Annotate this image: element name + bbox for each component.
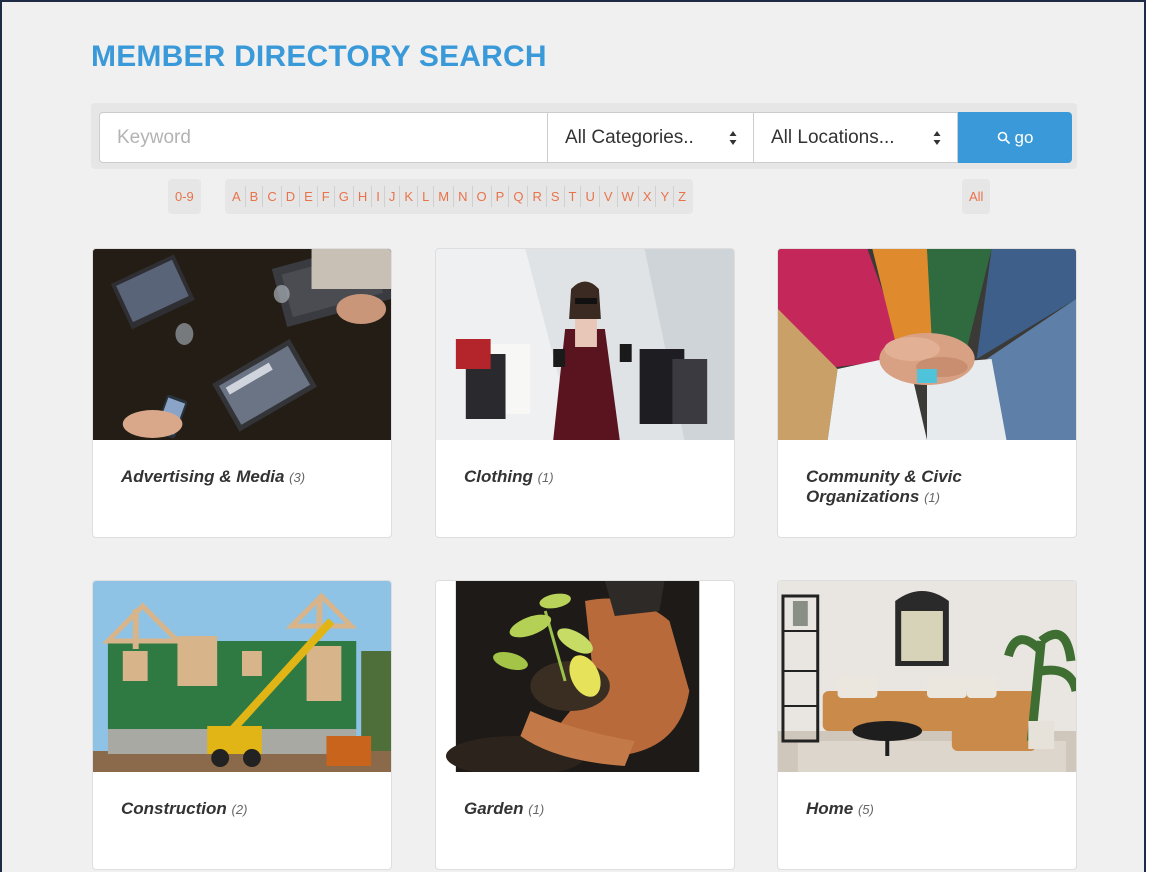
alpha-filter-all: All <box>962 179 991 214</box>
alpha-link-m[interactable]: M <box>434 186 455 207</box>
alpha-link-l[interactable]: L <box>418 186 435 207</box>
sort-arrows-icon <box>729 131 737 145</box>
category-count: (1) <box>528 802 545 817</box>
alpha-link-a[interactable]: A <box>228 186 246 207</box>
alpha-link-all[interactable]: All <box>965 186 987 207</box>
seedling-hands-photo <box>436 581 734 772</box>
alpha-link-n[interactable]: N <box>454 186 473 207</box>
category-card-home[interactable]: Home (5) <box>777 580 1077 870</box>
alpha-link-j[interactable]: J <box>385 186 401 207</box>
alpha-link-0-9[interactable]: 0-9 <box>171 186 198 207</box>
house-framing-photo <box>93 581 391 772</box>
alpha-filter-letters: ABCDEFGHIJKLMNOPQRSTUVWXYZ <box>225 179 694 214</box>
location-select[interactable]: All Locations... <box>754 112 958 163</box>
search-icon <box>997 131 1010 144</box>
alpha-link-g[interactable]: G <box>335 186 354 207</box>
alpha-link-y[interactable]: Y <box>656 186 675 207</box>
category-select-value: All Categories.. <box>565 126 694 148</box>
category-count: (1) <box>537 470 554 485</box>
go-button-label: go <box>1014 127 1034 147</box>
alpha-link-e[interactable]: E <box>300 186 318 207</box>
category-name: Home <box>806 799 854 818</box>
category-caption: Construction (2) <box>121 799 371 820</box>
category-caption: Garden (1) <box>464 799 714 820</box>
alpha-link-h[interactable]: H <box>354 186 373 207</box>
category-card-clothing[interactable]: Clothing (1) <box>435 248 735 538</box>
alpha-link-c[interactable]: C <box>263 186 282 207</box>
go-button[interactable]: go <box>958 112 1072 163</box>
category-count: (3) <box>289 470 306 485</box>
alpha-link-d[interactable]: D <box>282 186 301 207</box>
alpha-link-w[interactable]: W <box>618 186 639 207</box>
alpha-link-o[interactable]: O <box>473 186 492 207</box>
category-count: (1) <box>924 490 940 505</box>
alpha-link-f[interactable]: F <box>318 186 335 207</box>
category-name: Garden <box>464 799 524 818</box>
alpha-filter-numeric: 0-9 <box>168 179 201 214</box>
category-card-advertising-media[interactable]: Advertising & Media (3) <box>92 248 392 538</box>
alpha-link-p[interactable]: P <box>492 186 510 207</box>
alpha-link-b[interactable]: B <box>246 186 264 207</box>
alpha-link-v[interactable]: V <box>600 186 618 207</box>
category-caption: Home (5) <box>806 799 1056 820</box>
category-card-garden[interactable]: Garden (1) <box>435 580 735 870</box>
alpha-link-k[interactable]: K <box>400 186 419 207</box>
category-caption: Clothing (1) <box>464 467 714 488</box>
category-name: Clothing <box>464 467 533 486</box>
category-name: Construction <box>121 799 227 818</box>
office-laptops-photo <box>93 249 391 440</box>
living-room-photo <box>778 581 1076 772</box>
category-card-community-civic[interactable]: Community & Civic Organizations (1) <box>777 248 1077 538</box>
location-select-value: All Locations... <box>771 126 895 148</box>
shopping-woman-photo <box>436 249 734 440</box>
alpha-link-s[interactable]: S <box>547 186 565 207</box>
alpha-link-i[interactable]: I <box>372 186 385 207</box>
category-caption: Community & Civic Organizations (1) <box>806 467 1056 508</box>
category-count: (5) <box>857 802 874 817</box>
alpha-link-x[interactable]: X <box>639 186 657 207</box>
alpha-link-z[interactable]: Z <box>674 186 690 207</box>
category-caption: Advertising & Media (3) <box>121 467 371 488</box>
category-count: (2) <box>231 802 248 817</box>
alpha-link-r[interactable]: R <box>528 186 547 207</box>
alpha-link-q[interactable]: Q <box>509 186 529 207</box>
alpha-link-t[interactable]: T <box>565 186 582 207</box>
category-card-construction[interactable]: Construction (2) <box>92 580 392 870</box>
keyword-input[interactable] <box>99 112 548 163</box>
alpha-link-u[interactable]: U <box>581 186 600 207</box>
stacked-hands-photo <box>778 249 1076 440</box>
sort-arrows-icon <box>933 131 941 145</box>
category-name: Advertising & Media <box>121 467 285 486</box>
page-title: MEMBER DIRECTORY SEARCH <box>91 40 547 73</box>
category-select[interactable]: All Categories.. <box>548 112 754 163</box>
